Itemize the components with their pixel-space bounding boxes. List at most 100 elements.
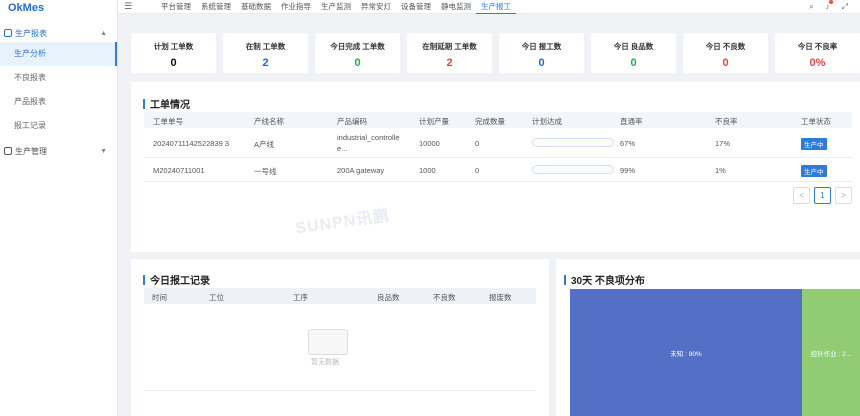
col-order-no: 工单单号: [153, 117, 183, 126]
stat-value: 0: [630, 57, 637, 69]
col-status: 工单状态: [801, 117, 831, 126]
progress-bar: [532, 138, 614, 147]
stat-value: 2: [446, 57, 453, 69]
col-process: 工序: [293, 293, 308, 302]
cell-done-qty: 0: [475, 166, 480, 175]
defects-title-text: 30天 不良项分布: [571, 276, 645, 287]
pagination: < 1 >: [793, 187, 852, 204]
sidebar: OkMes 生产报表 ▲ 生产分析 不良报表 产品报表 报工记录 生产管理 ▼: [0, 0, 118, 416]
stat-card: 在制延期 工单数 2: [407, 33, 492, 73]
status-badge: 生产中: [801, 138, 827, 150]
orders-title: 工单情况: [143, 96, 190, 111]
menu-fold-icon[interactable]: ☰: [124, 1, 136, 12]
nav-system[interactable]: 系统管理: [196, 0, 236, 14]
stat-label: 计划 工单数: [153, 42, 194, 51]
col-defect-qty: 不良数: [433, 293, 456, 302]
cell-plan-qty: 10000: [419, 139, 440, 148]
orders-table-header: 工单单号 产线名称 产品编码 计划产量 完成数量 计划达成 直通率 不良率 工单…: [144, 112, 852, 128]
sidebar-item-defect-report[interactable]: 不良报表: [0, 66, 117, 90]
cell-line: 一号线: [254, 167, 277, 176]
cell-fpy: 99%: [620, 166, 636, 175]
col-product-code: 产品编码: [337, 117, 367, 126]
nav-equipment[interactable]: 设备管理: [396, 0, 436, 14]
defect-treemap: 未知 : 80% 控针作业 : 2...: [570, 289, 860, 416]
menu-group-production-management[interactable]: 生产管理 ▼: [0, 142, 117, 160]
stat-value: 0: [354, 57, 361, 69]
nav-platform[interactable]: 平台管理: [156, 0, 196, 14]
stat-card: 计划 工单数 0: [131, 33, 216, 73]
col-plan-qty: 计划产量: [419, 117, 449, 126]
chevron-up-icon: ▲: [100, 29, 107, 37]
col-defect-rate: 不良率: [715, 117, 738, 126]
title-accent: [564, 274, 566, 285]
stat-label: 今日完成 工单数: [330, 42, 385, 51]
stat-label: 今日 报工数: [521, 42, 562, 51]
cell-done-qty: 0: [475, 139, 480, 148]
treemap-cell[interactable]: 未知 : 80%: [570, 289, 802, 416]
cell-plan-qty: 1000: [419, 166, 436, 175]
stat-label: 今日 不良数: [705, 42, 746, 51]
orders-panel: 工单情况 工单单号 产线名称 产品编码 计划产量 完成数量 计划达成 直通率 不…: [131, 82, 860, 252]
menu-group-label: 生产报表: [15, 28, 47, 38]
cell-line: A产线: [254, 140, 275, 149]
bell-icon[interactable]: ♪: [826, 0, 833, 12]
menu-group-production-report[interactable]: 生产报表 ▲: [0, 24, 117, 42]
progress-bar: [532, 165, 614, 174]
today-records-panel: 今日报工记录 时间 工位 工序 良品数 不良数 报废数 暂无数据: [131, 259, 549, 416]
nav-work-guide[interactable]: 作业指导: [276, 0, 316, 14]
stat-value: 0: [170, 57, 177, 69]
treemap-cell[interactable]: 控针作业 : 2...: [802, 289, 860, 416]
empty-data-text: 暂无数据: [311, 359, 339, 366]
sidebar-item-production-analysis[interactable]: 生产分析: [0, 42, 117, 66]
search-icon[interactable]: ⌕: [809, 2, 813, 12]
cell-product-code: industrial_controlle: [337, 133, 400, 142]
defects-title: 30天 不良项分布: [564, 272, 645, 287]
col-good-qty: 良品数: [377, 293, 400, 302]
stat-value: 0: [538, 57, 545, 69]
report-icon: [4, 29, 12, 37]
cell-fpy: 67%: [620, 139, 636, 148]
records-title-text: 今日报工记录: [150, 276, 210, 287]
defect-distribution-panel: 30天 不良项分布 未知 : 80% 控针作业 : 2...: [556, 259, 860, 416]
stat-cards: 计划 工单数 0 在制 工单数 2 今日完成 工单数 0 在制延期 工单数 2 今日 报…: [131, 33, 860, 73]
table-row[interactable]: 20240711142522839 3 A产线 industrial_contr…: [144, 128, 852, 158]
col-fpy: 直通率: [620, 117, 643, 126]
management-icon: [4, 147, 12, 155]
chevron-down-icon: ▼: [100, 147, 107, 155]
stat-card: 今日 良品数 0: [591, 33, 676, 73]
stat-card: 今日 不良数 0: [683, 33, 768, 73]
nav-basic-data[interactable]: 基础数据: [236, 0, 276, 14]
stat-label: 在制 工单数: [245, 42, 286, 51]
stat-value: 0%: [809, 57, 826, 69]
records-table-header: 时间 工位 工序 良品数 不良数 报废数: [144, 288, 536, 304]
stat-value: 0: [722, 57, 729, 69]
nav-andon[interactable]: 异常安灯: [356, 0, 396, 14]
cell-product-code-cont: e...: [337, 144, 348, 153]
col-time: 时间: [152, 293, 167, 302]
nav-production-report[interactable]: 生产报工: [476, 0, 516, 14]
stat-label: 今日 不良率: [797, 42, 838, 51]
nav-production-monitor[interactable]: 生产监测: [316, 0, 356, 14]
status-badge: 生产中: [801, 165, 827, 177]
page-1-button[interactable]: 1: [814, 187, 831, 204]
col-station: 工位: [209, 293, 224, 302]
stat-card: 今日 报工数 0: [499, 33, 584, 73]
menu-group-label: 生产管理: [15, 146, 47, 156]
stat-label: 在制延期 工单数: [422, 42, 477, 51]
app-logo: OkMes: [8, 2, 45, 14]
next-page-button[interactable]: >: [835, 187, 852, 204]
top-nav: 平台管理 系统管理 基础数据 作业指导 生产监测 异常安灯 设备管理 静电监测 …: [156, 0, 516, 14]
orders-title-text: 工单情况: [150, 100, 190, 111]
title-accent: [143, 98, 145, 109]
sidebar-item-report-records[interactable]: 报工记录: [0, 114, 117, 138]
stat-label: 今日 良品数: [613, 42, 654, 51]
table-row[interactable]: M20240711001 一号线 200A gateway 1000 0 99%…: [144, 158, 852, 182]
stat-value: 2: [262, 57, 269, 69]
col-done-qty: 完成数量: [475, 117, 505, 126]
prev-page-button[interactable]: <: [793, 187, 810, 204]
fullscreen-icon[interactable]: ⤢: [842, 2, 848, 12]
empty-data-icon: [308, 329, 348, 355]
sidebar-item-product-report[interactable]: 产品报表: [0, 90, 117, 114]
top-bar: ☰ 平台管理 系统管理 基础数据 作业指导 生产监测 异常安灯 设备管理 静电监…: [118, 0, 860, 14]
nav-esd-monitor[interactable]: 静电监测: [436, 0, 476, 14]
